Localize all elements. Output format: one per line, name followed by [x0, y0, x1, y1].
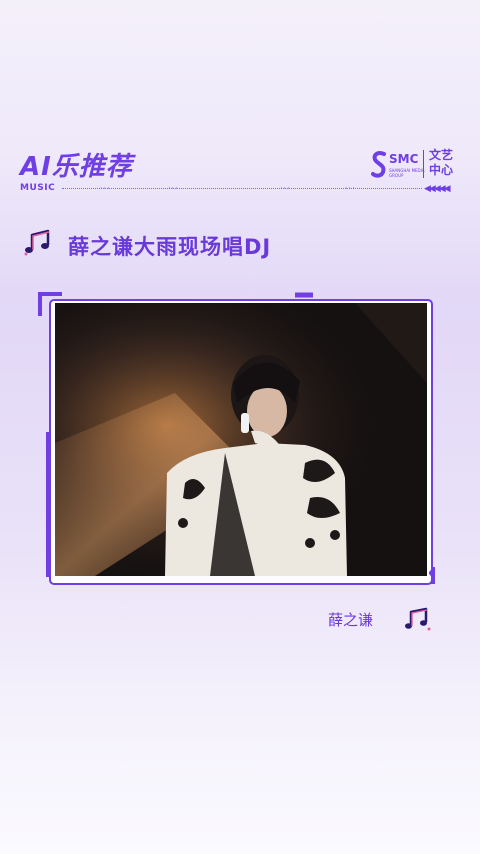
song-title: 薛之谦大雨现场唱DJ	[68, 235, 272, 259]
logo-cn-name: 文艺中心	[429, 148, 454, 177]
logo-mark: SMC	[389, 152, 419, 166]
smc-logo: SMC SHANGHAI MEDIA GROUP 文艺中心	[371, 148, 461, 182]
divider-dots: ···	[100, 184, 111, 193]
arrow-decoration: ◀◀◀◀◀	[424, 184, 451, 194]
divider-dots: ···	[345, 184, 356, 193]
header-divider	[62, 188, 422, 189]
music-note-icon	[405, 607, 431, 631]
music-note-icon	[24, 229, 50, 256]
music-tag: MUSIC	[20, 183, 56, 193]
divider-dots: ···	[280, 184, 291, 193]
concert-photo	[55, 303, 427, 576]
logo-divider	[423, 150, 424, 178]
artist-name: 薛之谦	[328, 611, 374, 629]
divider-dots: ···	[168, 184, 179, 193]
section-title: AI乐推荐	[20, 152, 133, 182]
smc-s-icon	[371, 151, 386, 178]
